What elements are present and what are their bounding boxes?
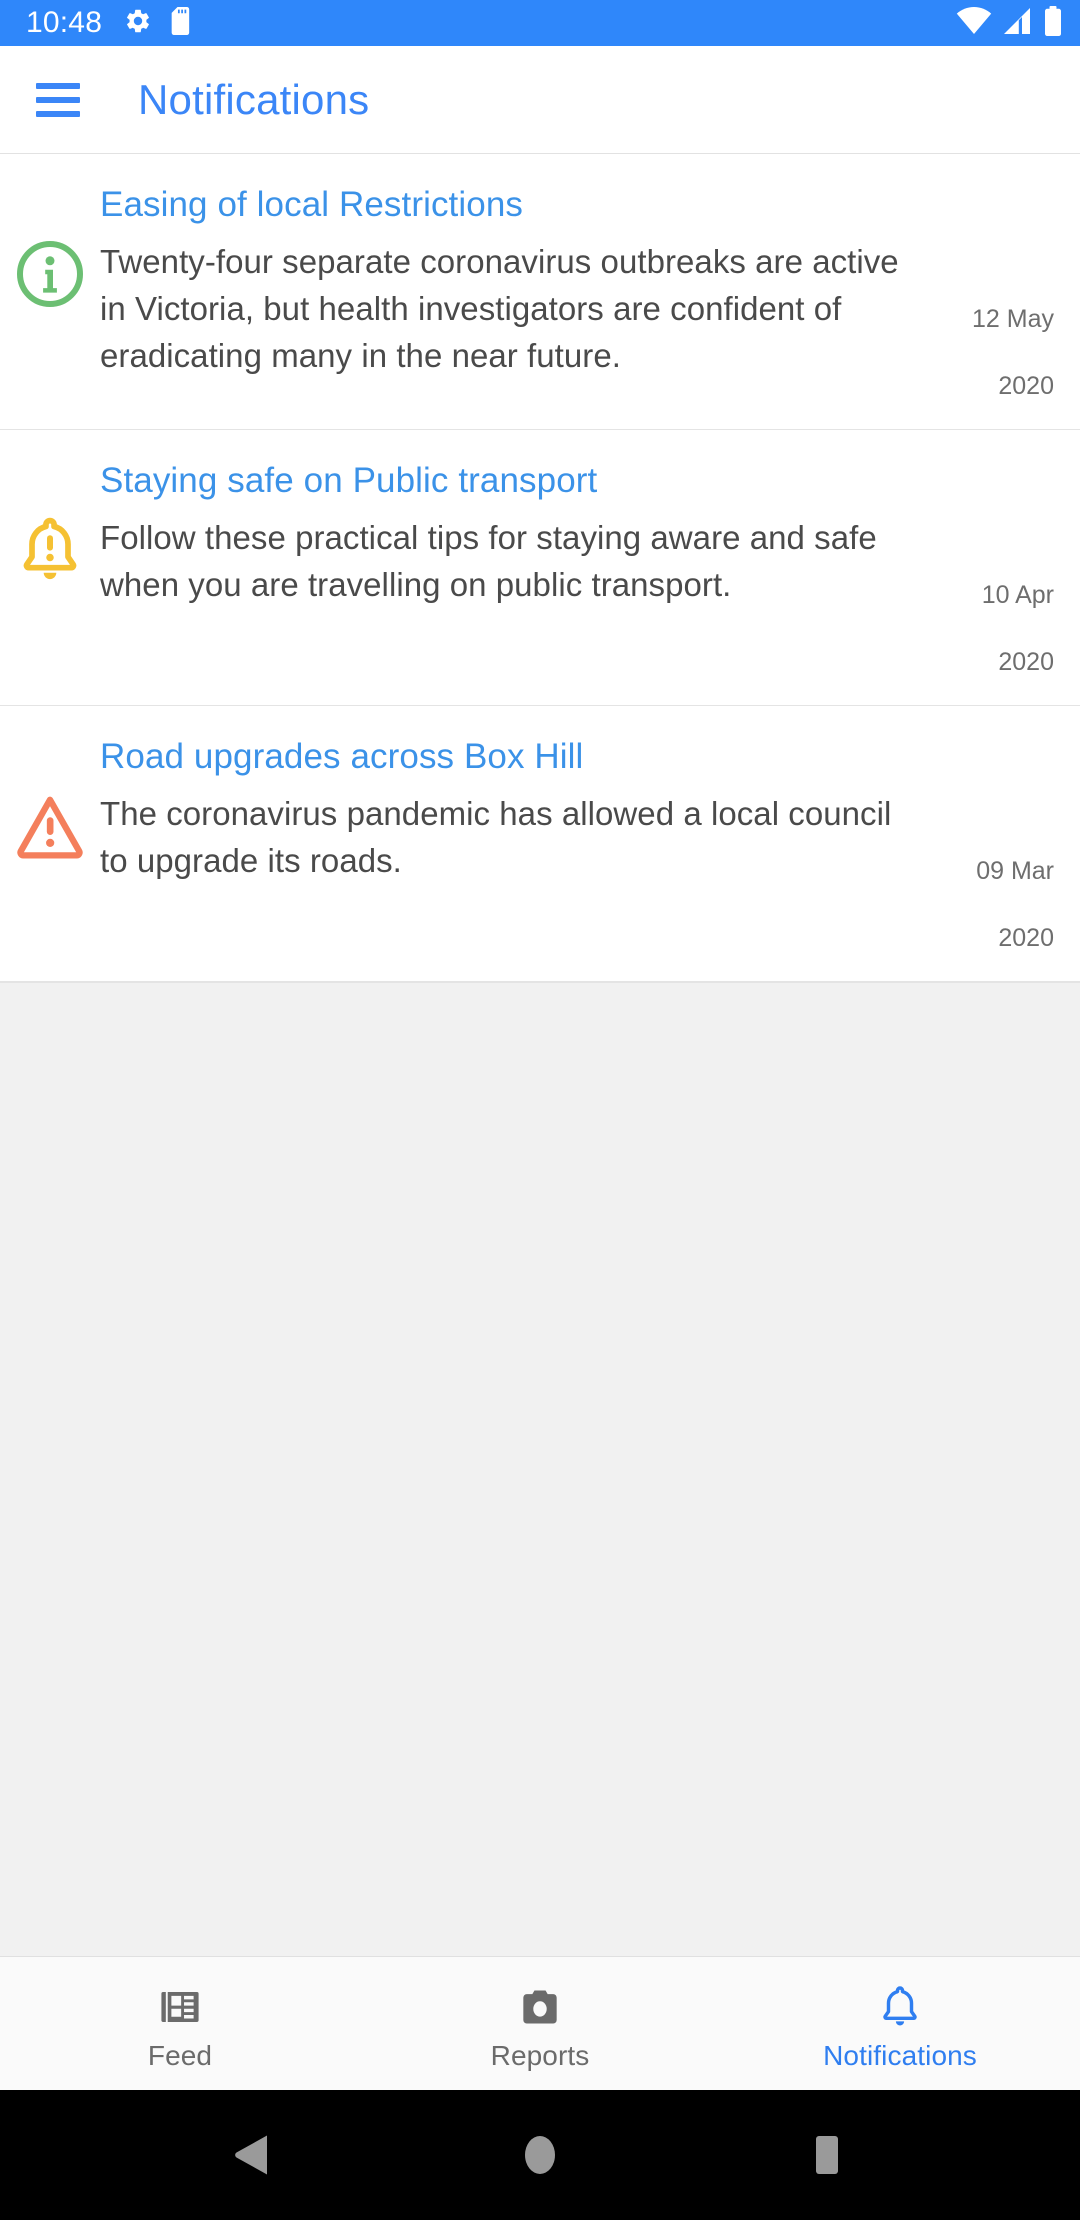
notification-date: 10 Apr 2020: [928, 460, 1054, 679]
status-bar-right-icons: [956, 5, 1062, 41]
notification-date-year: 2020: [998, 371, 1054, 400]
nav-tab-reports[interactable]: Reports: [360, 1957, 720, 2090]
camera-icon: [517, 1984, 563, 2030]
notification-date: 09 Mar 2020: [928, 736, 1054, 955]
bottom-navigation-bar: Feed Reports Notifications: [0, 1956, 1080, 2090]
notification-date: 12 May 2020: [928, 184, 1054, 403]
battery-icon: [1044, 5, 1062, 41]
list-item[interactable]: Staying safe on Public transport Follow …: [0, 430, 1080, 706]
nav-tab-feed[interactable]: Feed: [0, 1957, 360, 2090]
nav-tab-label: Reports: [490, 2039, 590, 2071]
status-bar-clock: 10:48: [26, 6, 103, 39]
list-item[interactable]: Road upgrades across Box Hill The corona…: [0, 706, 1080, 982]
phone-screen: 10:48 Notifications Easing of local Rest…: [0, 0, 1080, 2220]
hamburger-line-3: [36, 110, 80, 117]
notification-text-block: Road upgrades across Box Hill The corona…: [100, 736, 928, 885]
notification-icon-wrapper: [0, 184, 100, 315]
home-circle-icon[interactable]: [495, 2110, 585, 2200]
cell-signal-icon: [1002, 7, 1034, 40]
page-title: Notifications: [138, 75, 370, 123]
bell-alert-icon: [14, 514, 86, 591]
nav-tab-label: Notifications: [823, 2039, 977, 2071]
notification-title[interactable]: Easing of local Restrictions: [100, 184, 914, 225]
list-item[interactable]: Easing of local Restrictions Twenty-four…: [0, 154, 1080, 430]
nav-tab-label: Feed: [147, 2039, 213, 2071]
app-bar: Notifications: [0, 46, 1080, 154]
newspaper-icon: [157, 1984, 203, 2030]
recents-square-icon[interactable]: [782, 2110, 872, 2200]
notification-icon-wrapper: [0, 736, 100, 871]
notification-title[interactable]: Staying safe on Public transport: [100, 460, 914, 501]
notification-text-block: Easing of local Restrictions Twenty-four…: [100, 184, 928, 380]
wifi-icon: [956, 6, 992, 40]
notification-date-year: 2020: [998, 647, 1054, 676]
notification-title[interactable]: Road upgrades across Box Hill: [100, 736, 914, 777]
nav-tab-notifications[interactable]: Notifications: [720, 1957, 1080, 2090]
notification-description: Twenty-four separate coronavirus outbrea…: [100, 243, 899, 375]
status-bar: 10:48: [0, 0, 1080, 46]
info-circle-icon: [14, 238, 86, 315]
notification-list: Easing of local Restrictions Twenty-four…: [0, 154, 1080, 982]
notification-date-day: 12 May: [972, 305, 1054, 334]
back-triangle-icon[interactable]: [208, 2110, 298, 2200]
notification-date-day: 10 Apr: [981, 581, 1054, 610]
android-system-navigation-bar: [0, 2090, 1080, 2220]
gear-icon: [124, 7, 152, 40]
hamburger-line-1: [36, 82, 80, 89]
status-bar-left-icons: [124, 6, 192, 40]
bell-icon: [877, 1984, 923, 2030]
hamburger-menu-icon[interactable]: [36, 82, 80, 117]
notification-text-block: Staying safe on Public transport Follow …: [100, 460, 928, 609]
empty-list-area: [0, 982, 1080, 1956]
notification-date-year: 2020: [998, 923, 1054, 952]
notification-date-day: 09 Mar: [976, 857, 1054, 886]
notification-icon-wrapper: [0, 460, 100, 591]
sd-card-icon: [170, 6, 192, 40]
hamburger-line-2: [36, 96, 80, 103]
notification-description: Follow these practical tips for staying …: [100, 519, 877, 604]
notification-description: The coronavirus pandemic has allowed a l…: [100, 795, 892, 880]
warning-triangle-icon: [12, 790, 88, 871]
